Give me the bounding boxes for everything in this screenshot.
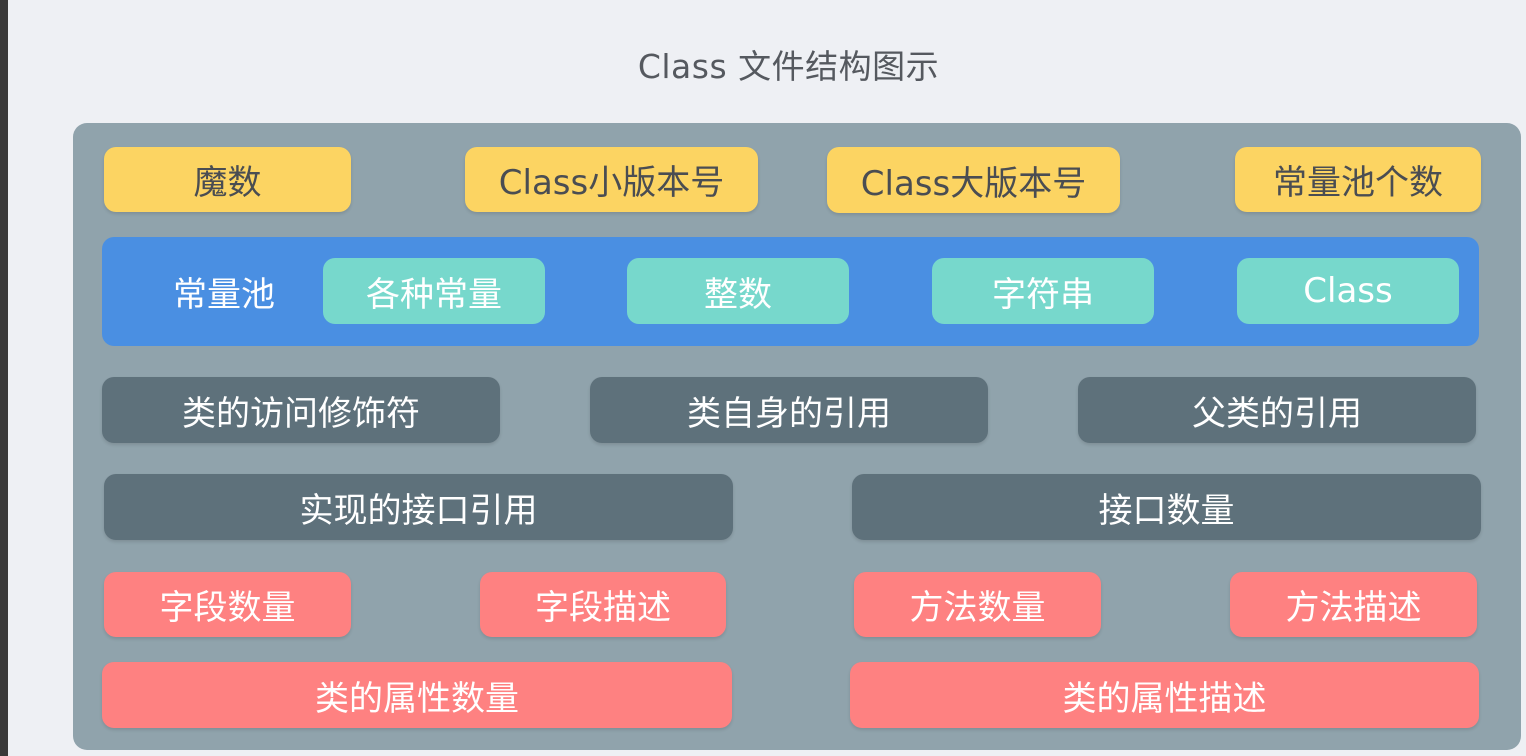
constant-pool-item: Class — [1237, 258, 1459, 324]
attributes-count-box: 类的属性数量 — [102, 662, 732, 728]
methods-count-box: 方法数量 — [854, 572, 1101, 637]
constant-pool-item: 整数 — [627, 258, 849, 324]
this-class-box: 类自身的引用 — [590, 377, 988, 443]
magic-number-box: 魔数 — [104, 147, 351, 212]
minor-version-box: Class小版本号 — [465, 147, 758, 212]
diagram-title: Class 文件结构图示 — [637, 47, 940, 86]
constant-pool-label: 常量池 — [173, 274, 275, 315]
methods-box: 方法描述 — [1230, 572, 1477, 637]
constant-pool-count-box: 常量池个数 — [1235, 147, 1481, 212]
constant-pool-item: 各种常量 — [323, 258, 545, 324]
access-flags-box: 类的访问修饰符 — [102, 377, 500, 443]
attributes-box: 类的属性描述 — [850, 662, 1479, 728]
fields-box: 字段描述 — [480, 572, 726, 637]
interfaces-box: 实现的接口引用 — [104, 474, 733, 540]
major-version-box: Class大版本号 — [827, 147, 1120, 213]
interfaces-count-box: 接口数量 — [852, 474, 1481, 540]
constant-pool-item: 字符串 — [932, 258, 1154, 324]
fields-count-box: 字段数量 — [104, 572, 351, 637]
super-class-box: 父类的引用 — [1078, 377, 1476, 443]
